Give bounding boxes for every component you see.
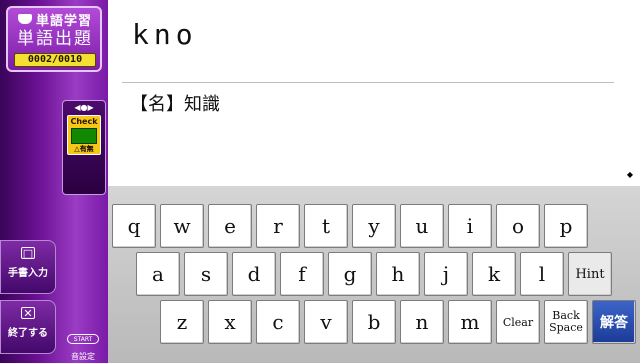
question-counter: 0002/0010 [14, 53, 96, 67]
check-toggle-label: △有無 [74, 145, 94, 153]
key-q[interactable]: q [112, 204, 156, 248]
key-n[interactable]: n [400, 300, 444, 344]
square-icon: □ [21, 247, 35, 260]
sound-settings-button[interactable]: START 音設定 [62, 334, 104, 361]
quit-button[interactable]: ✕ 終了する [0, 300, 56, 354]
sound-settings-label: 音設定 [71, 352, 95, 361]
app-logo-panel: 単語学習 単語出題 0002/0010 [6, 6, 102, 72]
key-g[interactable]: g [328, 252, 372, 296]
key-l[interactable]: l [520, 252, 564, 296]
sidebar: 単語学習 単語出題 0002/0010 ◀●▶ Check △有無 □ 手書入力… [0, 0, 108, 363]
key-h[interactable]: h [376, 252, 420, 296]
key-m[interactable]: m [448, 300, 492, 344]
key-b[interactable]: b [352, 300, 396, 344]
handwrite-input-button[interactable]: □ 手書入力 [0, 240, 56, 294]
check-indicator [71, 128, 97, 144]
left-right-arrow-icon: ◀●▶ [74, 103, 94, 112]
check-toggle[interactable]: Check △有無 [67, 115, 101, 155]
hint-key[interactable]: Hint [568, 252, 612, 296]
key-u[interactable]: u [400, 204, 444, 248]
key-x[interactable]: x [208, 300, 252, 344]
start-button-label: START [67, 334, 99, 344]
key-s[interactable]: s [184, 252, 228, 296]
key-i[interactable]: i [448, 204, 492, 248]
divider [122, 82, 614, 83]
key-t[interactable]: t [304, 204, 348, 248]
key-v[interactable]: v [304, 300, 348, 344]
clear-key[interactable]: Clear [496, 300, 540, 344]
key-o[interactable]: o [496, 204, 540, 248]
key-f[interactable]: f [280, 252, 324, 296]
key-a[interactable]: a [136, 252, 180, 296]
quit-label: 終了する [8, 328, 48, 339]
mode-title: 単語出題 [17, 29, 93, 49]
key-z[interactable]: z [160, 300, 204, 344]
backspace-key[interactable]: Back Space [544, 300, 588, 344]
submit-answer-key[interactable]: 解答 [592, 300, 636, 344]
key-y[interactable]: y [352, 204, 396, 248]
key-p[interactable]: p [544, 204, 588, 248]
backspace-label-line2: Space [549, 321, 583, 334]
key-r[interactable]: r [256, 204, 300, 248]
key-e[interactable]: e [208, 204, 252, 248]
book-icon [17, 14, 32, 24]
key-c[interactable]: c [256, 300, 300, 344]
check-panel: ◀●▶ Check △有無 [62, 100, 106, 195]
answer-display: kno 【名】知識 ◆ [108, 0, 640, 186]
handwrite-input-label: 手書入力 [8, 268, 48, 279]
key-j[interactable]: j [424, 252, 468, 296]
key-d[interactable]: d [232, 252, 276, 296]
brand-label: 単語学習 [35, 13, 92, 29]
brand: 単語学習 [12, 11, 98, 29]
word-meaning: 【名】知識 [130, 94, 220, 115]
on-screen-keyboard: q w e r t y u i o p a s d f g h j k l Hi… [108, 186, 640, 363]
key-w[interactable]: w [160, 204, 204, 248]
answer-input-text: kno [132, 18, 198, 51]
check-label: Check [70, 117, 98, 126]
close-icon: ✕ [21, 307, 35, 320]
r-button-icon: ◆ [626, 170, 634, 179]
key-k[interactable]: k [472, 252, 516, 296]
